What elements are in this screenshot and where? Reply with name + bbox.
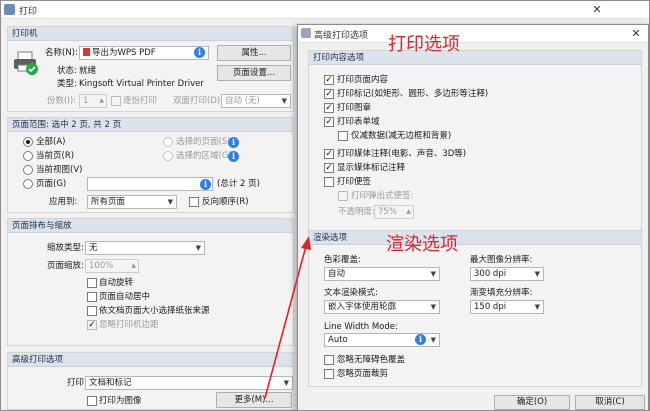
annotation-arrow [264,236,311,399]
